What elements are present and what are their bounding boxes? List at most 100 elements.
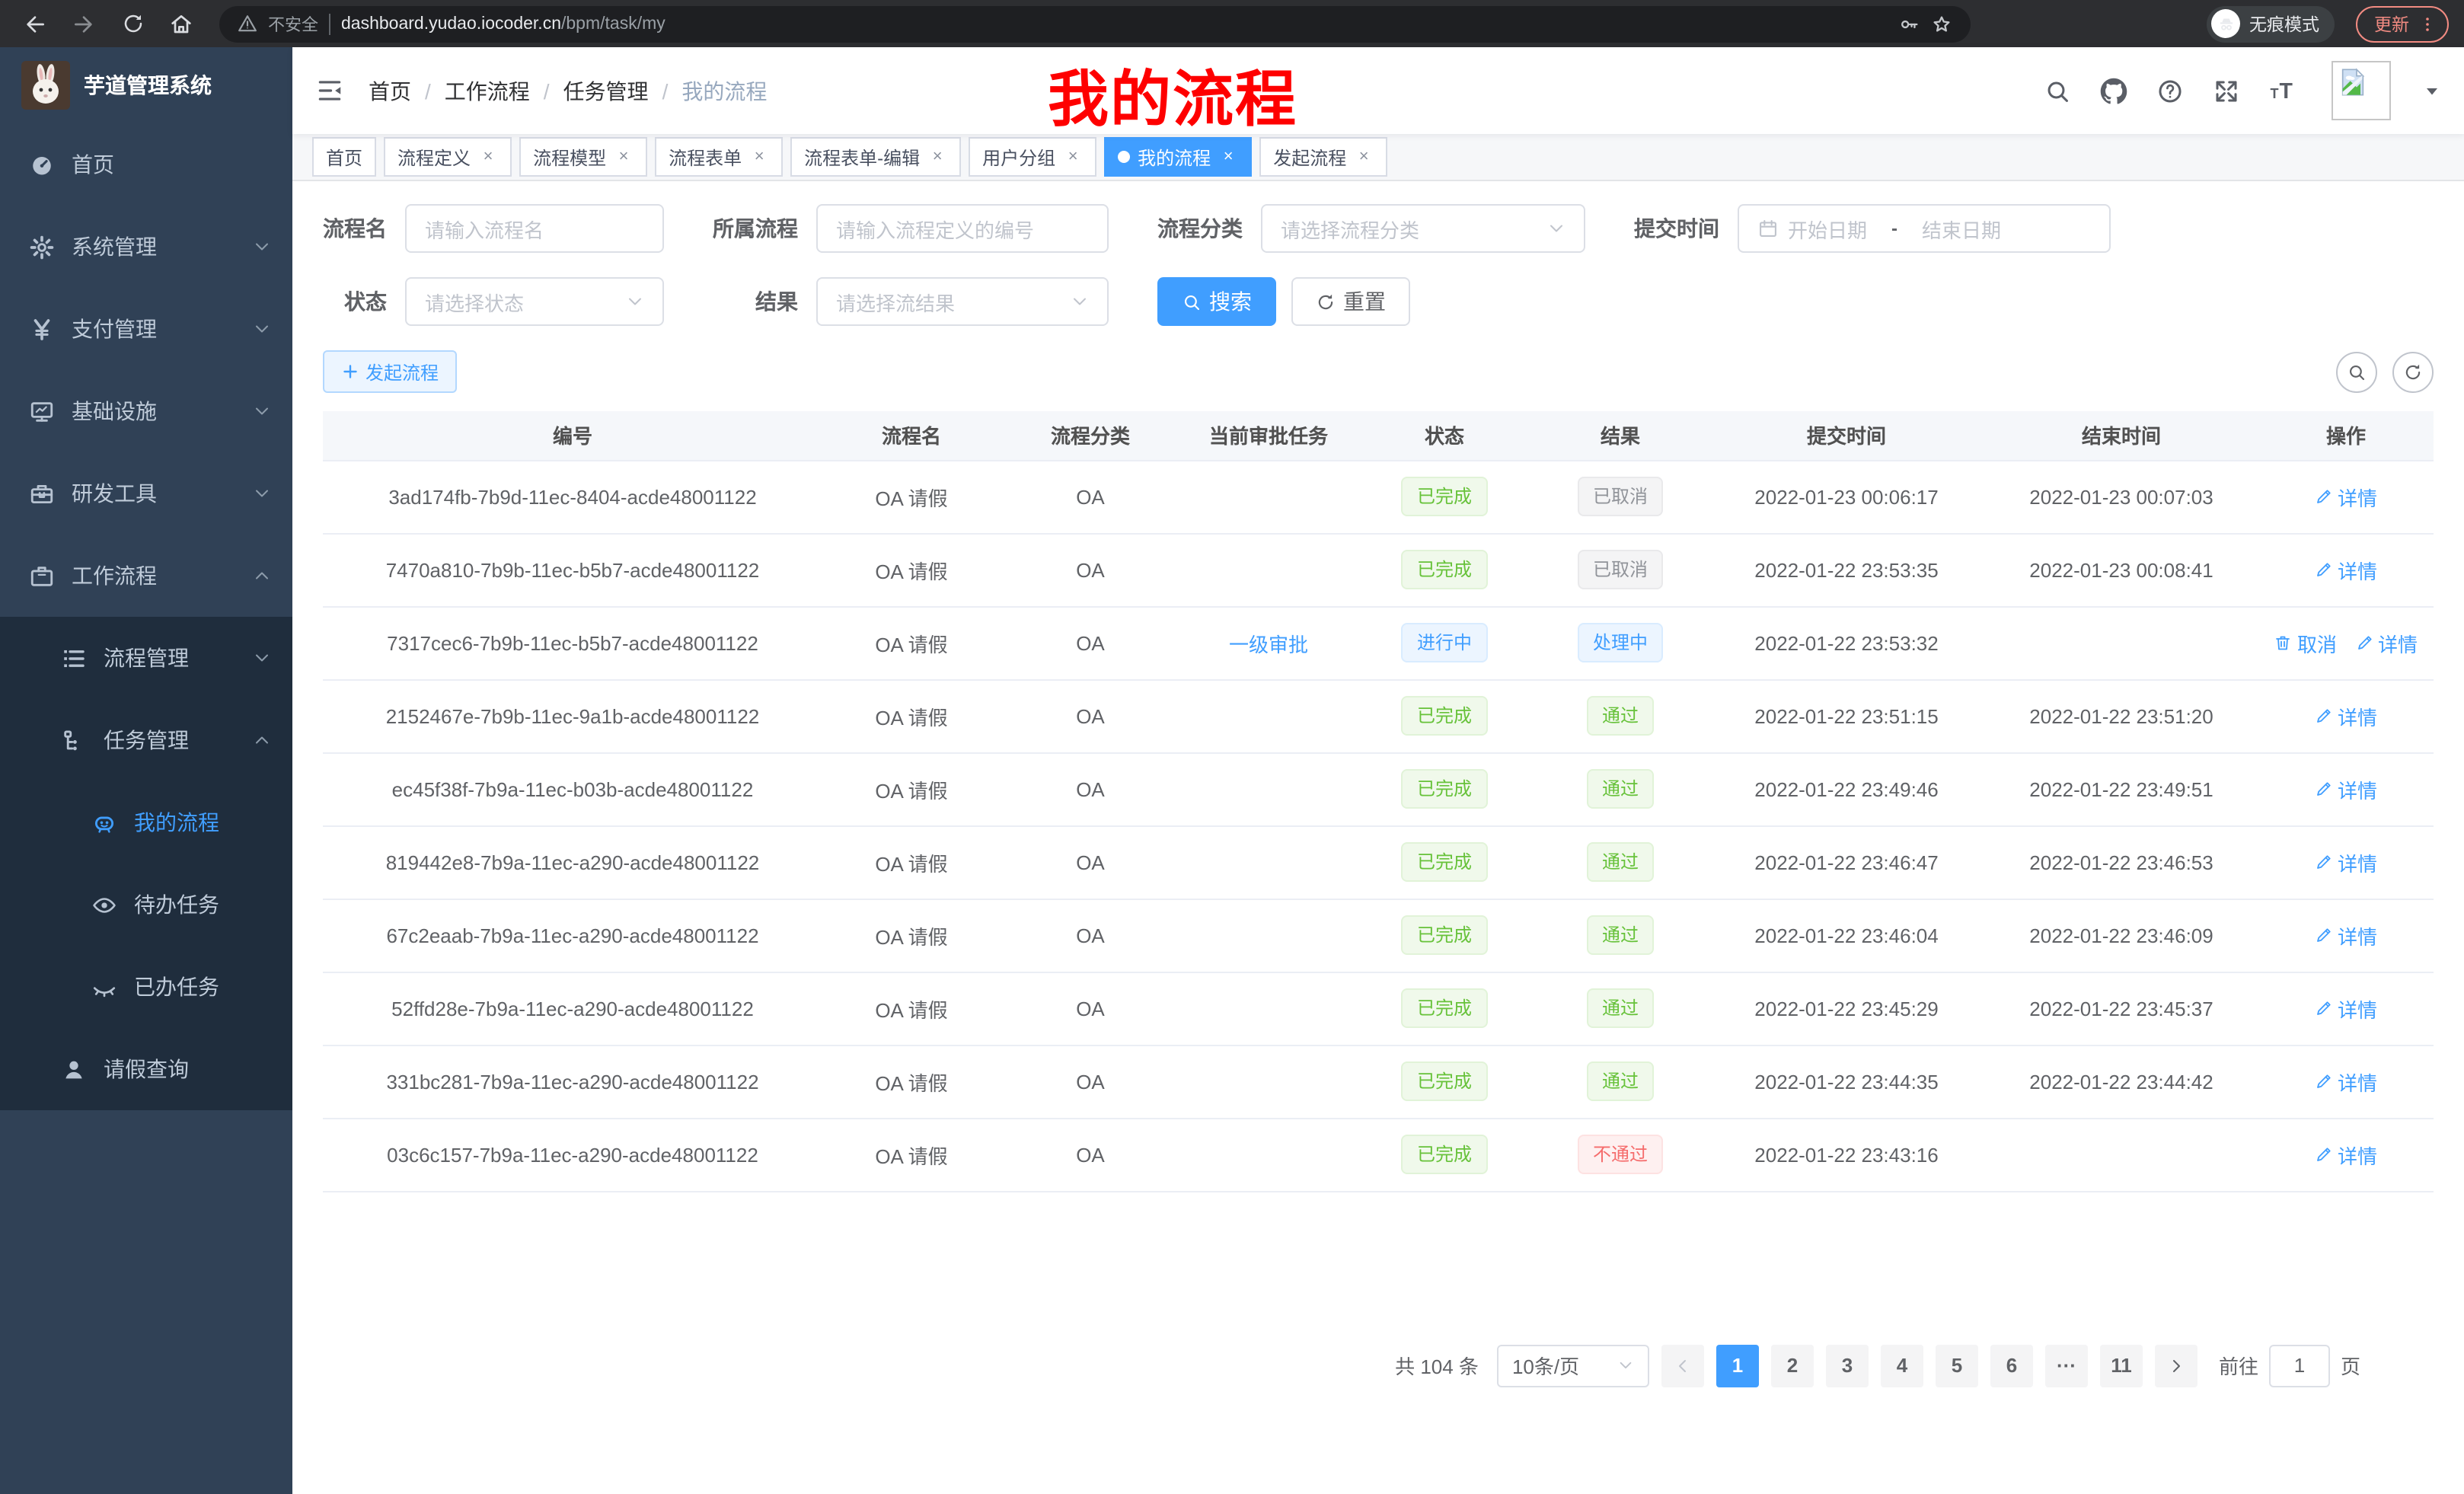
close-icon[interactable]: × bbox=[478, 147, 498, 167]
password-key-icon[interactable] bbox=[1899, 13, 1920, 34]
category-select[interactable]: 请选择流程分类 bbox=[1261, 204, 1585, 253]
breadcrumb-item[interactable]: 首页 bbox=[369, 75, 411, 106]
cell-current-task bbox=[1180, 972, 1357, 1045]
detail-link[interactable]: 详情 bbox=[2315, 848, 2377, 876]
page-button-3[interactable]: 3 bbox=[1826, 1344, 1869, 1387]
process-name-input[interactable]: 请输入流程名 bbox=[405, 204, 664, 253]
page-button-6[interactable]: 6 bbox=[1990, 1344, 2033, 1387]
detail-link[interactable]: 详情 bbox=[2315, 482, 2377, 511]
page-button-4[interactable]: 4 bbox=[1881, 1344, 1923, 1387]
date-range-input[interactable]: 开始日期 - 结束日期 bbox=[1738, 204, 2111, 253]
result-select[interactable]: 请选择流结果 bbox=[816, 277, 1109, 326]
close-icon[interactable]: × bbox=[1063, 147, 1083, 167]
cell-process-name: OA 请假 bbox=[822, 460, 1001, 533]
page-button-11[interactable]: 11 bbox=[2100, 1344, 2143, 1387]
not-secure-warning-icon[interactable] bbox=[238, 14, 257, 34]
search-button[interactable]: 搜索 bbox=[1157, 277, 1276, 326]
show-search-button[interactable] bbox=[2336, 351, 2377, 392]
breadcrumb-item[interactable]: 工作流程 bbox=[445, 75, 530, 106]
sidebar-item-infrastructure[interactable]: 基础设施 bbox=[0, 370, 292, 452]
sidebar-item-home[interactable]: 首页 bbox=[0, 123, 292, 206]
browser-forward-icon[interactable] bbox=[64, 4, 104, 43]
cancel-link[interactable]: 取消 bbox=[2274, 628, 2337, 657]
tab-user-group[interactable]: 用户分组× bbox=[969, 137, 1096, 177]
detail-link[interactable]: 详情 bbox=[2315, 1140, 2377, 1169]
tab-start-process[interactable]: 发起流程× bbox=[1259, 137, 1387, 177]
goto-page-input[interactable]: 1 bbox=[2269, 1344, 2330, 1387]
sidebar-item-process-mgmt[interactable]: 流程管理 bbox=[0, 617, 292, 699]
header-search-icon[interactable] bbox=[2044, 77, 2071, 104]
sidebar-item-todo-tasks[interactable]: 待办任务 bbox=[0, 864, 292, 946]
cell-result: 通过 bbox=[1532, 679, 1709, 752]
page-button-5[interactable]: 5 bbox=[1936, 1344, 1978, 1387]
close-icon[interactable]: × bbox=[1354, 147, 1374, 167]
detail-link[interactable]: 详情 bbox=[2315, 701, 2377, 730]
sidebar-item-label: 首页 bbox=[72, 149, 114, 180]
tab-process-form[interactable]: 流程表单× bbox=[655, 137, 783, 177]
tab-process-form-edit[interactable]: 流程表单-编辑× bbox=[790, 137, 961, 177]
close-icon[interactable]: × bbox=[614, 147, 634, 167]
sidebar-item-label: 已办任务 bbox=[134, 972, 219, 1002]
browser-home-icon[interactable] bbox=[161, 4, 201, 43]
status-select[interactable]: 请选择状态 bbox=[405, 277, 664, 326]
status-badge: 进行中 bbox=[1402, 623, 1487, 662]
fullscreen-icon[interactable] bbox=[2213, 77, 2240, 104]
close-icon[interactable]: × bbox=[749, 147, 769, 167]
refresh-table-button[interactable] bbox=[2392, 351, 2434, 392]
font-size-icon[interactable]: TT bbox=[2269, 77, 2296, 104]
page-button-2[interactable]: 2 bbox=[1771, 1344, 1814, 1387]
pages-ellipsis[interactable]: ··· bbox=[2045, 1344, 2088, 1387]
detail-link[interactable]: 详情 bbox=[2315, 1067, 2377, 1096]
sidebar-item-my-process[interactable]: 我的流程 bbox=[0, 781, 292, 864]
detail-link[interactable]: 详情 bbox=[2315, 555, 2377, 584]
sidebar-item-leave-query[interactable]: 请假查询 bbox=[0, 1028, 292, 1110]
table-row: 67c2eaab-7b9a-11ec-a290-acde48001122OA 请… bbox=[323, 899, 2434, 972]
create-process-button[interactable]: 发起流程 bbox=[323, 350, 457, 393]
sidebar-item-done-tasks[interactable]: 已办任务 bbox=[0, 946, 292, 1028]
prev-page-button[interactable] bbox=[1661, 1344, 1704, 1387]
sidebar-item-workflow[interactable]: 工作流程 bbox=[0, 535, 292, 617]
chevron-down-icon bbox=[1617, 1357, 1634, 1374]
next-page-button[interactable] bbox=[2155, 1344, 2197, 1387]
sidebar-item-system-mgmt[interactable]: 系统管理 bbox=[0, 206, 292, 288]
address-bar[interactable]: 不安全 dashboard.yudao.iocoder.cn/bpm/task/… bbox=[219, 5, 1971, 42]
bookmark-star-icon[interactable] bbox=[1931, 13, 1952, 34]
browser-reload-icon[interactable] bbox=[113, 4, 152, 43]
browser-back-icon[interactable] bbox=[15, 4, 55, 43]
filter-status: 状态 请选择状态 bbox=[323, 277, 664, 326]
sidebar-item-payment-mgmt[interactable]: 支付管理 bbox=[0, 288, 292, 370]
cell-status: 已完成 bbox=[1357, 460, 1532, 533]
browser-menu-dots-icon[interactable] bbox=[2418, 14, 2437, 33]
help-icon[interactable] bbox=[2156, 77, 2184, 104]
cell-end-time bbox=[1984, 1118, 2258, 1191]
tab-process-definition[interactable]: 流程定义× bbox=[384, 137, 512, 177]
detail-link[interactable]: 详情 bbox=[2315, 994, 2377, 1023]
status-badge: 已完成 bbox=[1402, 477, 1487, 516]
detail-link[interactable]: 详情 bbox=[2355, 628, 2418, 657]
cell-category: OA bbox=[1001, 899, 1180, 972]
detail-link[interactable]: 详情 bbox=[2315, 774, 2377, 803]
reset-button[interactable]: 重置 bbox=[1291, 277, 1410, 326]
browser-update-button[interactable]: 更新 bbox=[2356, 5, 2449, 42]
tab-process-model[interactable]: 流程模型× bbox=[519, 137, 647, 177]
breadcrumb-item[interactable]: 任务管理 bbox=[563, 75, 649, 106]
avatar-dropdown-caret-icon[interactable] bbox=[2423, 81, 2441, 100]
sidebar-item-dev-tools[interactable]: 研发工具 bbox=[0, 452, 292, 535]
cell-end-time: 2022-01-22 23:46:09 bbox=[1984, 899, 2258, 972]
tab-my-process[interactable]: 我的流程× bbox=[1104, 137, 1252, 177]
current-task-link[interactable]: 一级审批 bbox=[1229, 633, 1308, 656]
process-def-input[interactable]: 请输入流程定义的编号 bbox=[816, 204, 1109, 253]
sidebar-item-task-mgmt[interactable]: 任务管理 bbox=[0, 699, 292, 781]
sidebar-collapse-icon[interactable] bbox=[315, 76, 344, 105]
avatar[interactable] bbox=[2332, 61, 2391, 120]
process-def-label: 所属流程 bbox=[713, 213, 798, 244]
tab-home[interactable]: 首页 bbox=[312, 137, 376, 177]
cell-submit-time: 2022-01-22 23:43:16 bbox=[1709, 1118, 1984, 1191]
close-icon[interactable]: × bbox=[927, 147, 947, 167]
close-icon[interactable]: × bbox=[1218, 147, 1238, 167]
github-icon[interactable] bbox=[2100, 77, 2127, 104]
detail-link[interactable]: 详情 bbox=[2315, 921, 2377, 950]
page-size-select[interactable]: 10条/页 bbox=[1497, 1344, 1649, 1387]
action-label: 详情 bbox=[2338, 994, 2377, 1023]
page-button-1[interactable]: 1 bbox=[1716, 1344, 1759, 1387]
